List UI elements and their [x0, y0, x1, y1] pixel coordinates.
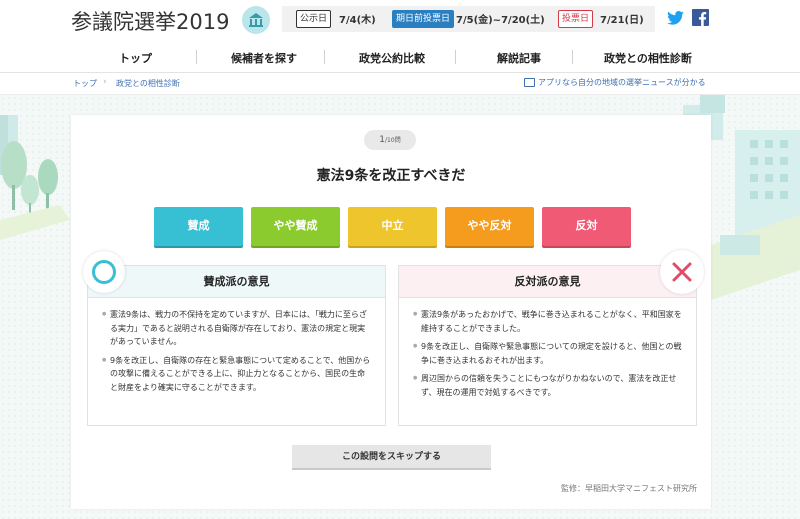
facebook-icon[interactable] [692, 9, 709, 30]
con-opinion-panel: 反対派の意見 憲法9条があったおかげで、戦争に巻き込まれることがなく、平和国家を… [398, 265, 697, 426]
answer-oppose-button[interactable]: 反対 [542, 207, 631, 246]
question-progress: 1/10問 [364, 130, 416, 150]
nav-item-manifesto-compare[interactable]: 政党公約比較 [359, 50, 425, 66]
con-opinion-title: 反対派の意見 [399, 266, 696, 298]
breadcrumb-top[interactable]: トップ [73, 78, 97, 89]
list-item: 憲法9条があったおかげで、戦争に巻き込まれることがなく、平和国家を維持することが… [413, 308, 684, 335]
answer-neutral-button[interactable]: 中立 [348, 207, 437, 246]
supervision-credit: 監修：早稲田大学マニフェスト研究所 [561, 484, 697, 493]
breadcrumb-separator: › [103, 77, 107, 87]
nav-divider [455, 50, 456, 64]
twitter-icon[interactable] [667, 10, 684, 29]
pro-opinion-list: 憲法9条は、戦力の不保持を定めていますが、日本には、「戦力に至らざる実力」である… [88, 298, 385, 394]
date-label-early-voting: 期日前投票日 [392, 10, 455, 28]
progress-total: /10問 [385, 137, 401, 144]
cross-icon [660, 250, 704, 294]
list-item: 9条を改正し、自衛隊や緊急事態についての規定を設けると、他国との戦争に巻き込まれ… [413, 340, 684, 367]
circle-icon [83, 251, 125, 293]
date-value-early-voting: 7/5(金)~7/20(土) [456, 15, 545, 26]
question-card: 1/10問 憲法9条を改正すべきだ 賛成 やや賛成 中立 やや反対 反対 賛成派… [71, 115, 711, 509]
date-value-voting-day: 7/21(日) [600, 15, 644, 26]
nav-divider [196, 50, 197, 64]
smartphone-icon [524, 78, 535, 87]
answer-agree-button[interactable]: 賛成 [154, 207, 243, 246]
nav-item-candidates[interactable]: 候補者を探す [231, 50, 297, 66]
list-item: 憲法9条は、戦力の不保持を定めていますが、日本には、「戦力に至らざる実力」である… [102, 308, 373, 349]
question-text: 憲法9条を改正すべきだ [316, 168, 466, 184]
list-item: 周辺国からの信頼を失うことにもつながりかねないので、憲法を改正せず、現在の運用で… [413, 372, 684, 399]
pro-opinion-panel: 賛成派の意見 憲法9条は、戦力の不保持を定めていますが、日本には、「戦力に至らざ… [87, 265, 386, 426]
breadcrumb-current: 政党との相性診断 [116, 79, 180, 88]
site-title[interactable]: 参議院選挙2019 [71, 6, 229, 36]
con-opinion-list: 憲法9条があったおかげで、戦争に巻き込まれることがなく、平和国家を維持することが… [399, 298, 696, 399]
list-item: 9条を改正し、自衛隊の存在と緊急事態について定めることで、他国からの攻撃に備える… [102, 354, 373, 395]
election-dates: 公示日 7/4(木) 期日前投票日 7/5(金)~7/20(土) 投票日 7/2… [282, 6, 655, 32]
nav-item-top[interactable]: トップ [119, 50, 152, 66]
nav-item-party-match[interactable]: 政党との相性診断 [604, 50, 692, 66]
answer-slightly-oppose-button[interactable]: やや反対 [445, 207, 534, 246]
date-label-announcement: 公示日 [296, 10, 332, 28]
header: 参議院選挙2019 公示日 7/4(木) 期日前投票日 7/5(金)~7/20(… [0, 0, 800, 40]
date-label-voting-day: 投票日 [558, 10, 594, 28]
breadcrumb: トップ › 政党との相性診断 アプリなら自分の地域の選挙ニュースが分かる [0, 73, 800, 95]
nav-item-articles[interactable]: 解説記事 [497, 50, 541, 66]
skip-question-button[interactable]: この設問をスキップする [292, 445, 491, 470]
diet-building-icon [242, 6, 270, 34]
app-promo-text: アプリなら自分の地域の選挙ニュースが分かる [538, 78, 706, 87]
main-nav: トップ 候補者を探す 政党公約比較 解説記事 政党との相性診断 [0, 40, 800, 73]
pro-opinion-title: 賛成派の意見 [88, 266, 385, 298]
nav-divider [572, 50, 573, 64]
nav-divider [324, 50, 325, 64]
app-promo-link[interactable]: アプリなら自分の地域の選挙ニュースが分かる [524, 77, 706, 88]
answer-slightly-agree-button[interactable]: やや賛成 [251, 207, 340, 246]
date-value-announcement: 7/4(木) [339, 15, 376, 26]
